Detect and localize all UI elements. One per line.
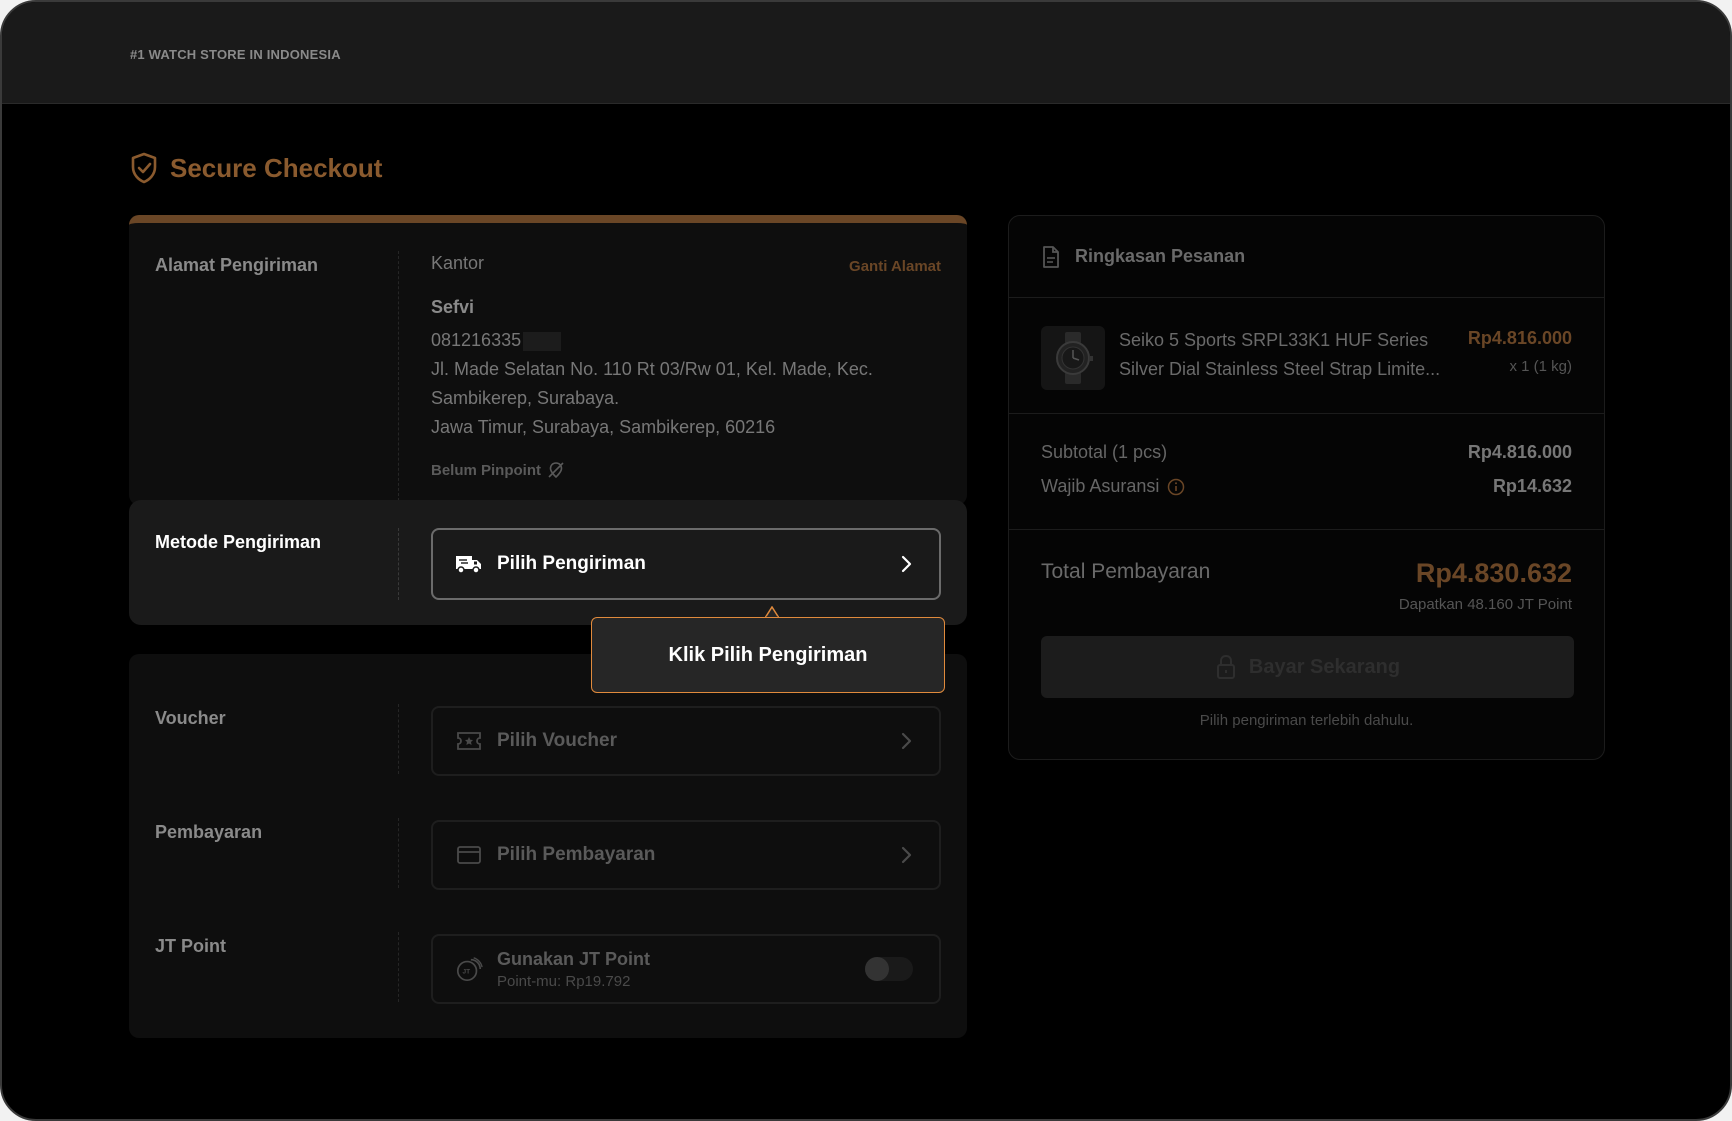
voucher-select-label: Pilih Voucher <box>497 730 618 751</box>
chevron-right-icon <box>901 732 912 750</box>
watch-icon <box>1056 332 1093 384</box>
jtpoint-text: Gunakan JT Point Point-mu: Rp19.792 <box>497 949 865 990</box>
product-name-line-2: Silver Dial Stainless Steel Strap Limite… <box>1119 359 1441 379</box>
page-title-row: Secure Checkout <box>130 152 382 184</box>
ticket-star-icon <box>455 729 483 753</box>
address-line-1: Jl. Made Selatan No. 110 Rt 03/Rw 01, Ke… <box>431 359 873 379</box>
summary-cost-rows: Subtotal (1 pcs) Rp4.816.000 Wajib Asura… <box>1009 414 1604 530</box>
insurance-label-wrap: Wajib Asuransi <box>1041 476 1185 497</box>
subtotal-row: Subtotal (1 pcs) Rp4.816.000 <box>1041 442 1572 463</box>
store-tagline: #1 WATCH STORE IN INDONESIA <box>130 47 341 62</box>
change-address-link[interactable]: Ganti Alamat <box>849 258 941 275</box>
tooltip-text: Klik Pilih Pengiriman <box>668 643 868 666</box>
device-frame: #1 WATCH STORE IN INDONESIA Secure Check… <box>0 0 1732 1121</box>
info-icon[interactable] <box>1167 478 1185 496</box>
pin-off-icon <box>548 462 564 479</box>
address-section-label: Alamat Pengiriman <box>155 255 319 275</box>
order-summary: Ringkasan Pesanan Seiko 5 Sports SRPL33K… <box>1008 215 1605 760</box>
chevron-right-icon <box>901 846 912 864</box>
address-line-2: Sambikerep, Surabaya. <box>431 388 620 408</box>
summary-product-row: Seiko 5 Sports SRPL33K1 HUF Series Silve… <box>1009 298 1604 414</box>
summary-title: Ringkasan Pesanan <box>1075 246 1246 266</box>
insurance-label: Wajib Asuransi <box>1041 476 1160 496</box>
lock-icon <box>1216 654 1235 679</box>
shipping-divider <box>398 528 399 600</box>
svg-text:JT: JT <box>462 969 470 976</box>
jtpoint-divider <box>398 932 399 1002</box>
voucher-divider <box>398 704 399 774</box>
pay-now-label: Bayar Sekarang <box>1248 655 1401 678</box>
shipping-select[interactable]: Pilih Pengiriman <box>431 528 941 600</box>
total-value: Rp4.830.632 <box>1415 558 1572 588</box>
payment-select-label: Pilih Pembayaran <box>497 844 656 865</box>
shipping-method-section: Metode Pengiriman Pilih Pengiriman <box>129 500 967 625</box>
address-line-3: Jawa Timur, Surabaya, Sambikerep, 60216 <box>431 417 776 437</box>
top-bar: #1 WATCH STORE IN INDONESIA <box>2 2 1730 104</box>
pinpoint-status: Belum Pinpoint <box>431 461 565 479</box>
recipient-phone: 081216335 <box>431 330 522 350</box>
pinpoint-label: Belum Pinpoint <box>431 461 541 479</box>
payment-section-label: Pembayaran <box>155 822 263 842</box>
jtpoint-section-label: JT Point <box>155 936 226 956</box>
jtpoint-toggle[interactable] <box>865 957 913 981</box>
document-icon <box>1043 245 1059 268</box>
shield-check-icon <box>131 152 157 184</box>
jtpoint-title: Gunakan JT Point <box>497 948 651 969</box>
recipient-name: Sefvi <box>431 297 475 317</box>
recipient-phone-row: 081216335 <box>431 326 562 355</box>
address-divider <box>398 251 399 501</box>
coins-icon: JT <box>455 957 483 982</box>
insurance-row: Wajib Asuransi Rp14.632 <box>1041 476 1572 497</box>
chevron-right-icon <box>901 555 912 573</box>
phone-mask <box>523 331 562 351</box>
product-name: Seiko 5 Sports SRPL33K1 HUF Series Silve… <box>1119 326 1449 384</box>
payment-select[interactable]: Pilih Pembayaran <box>431 820 941 890</box>
shipping-section-label: Metode Pengiriman <box>155 532 322 552</box>
summary-header: Ringkasan Pesanan <box>1009 216 1604 298</box>
total-label: Total Pembayaran <box>1041 560 1211 583</box>
jtpoint-balance: Point-mu: Rp19.792 <box>497 972 631 990</box>
payment-divider <box>398 818 399 888</box>
product-thumbnail <box>1041 326 1105 390</box>
points-earned: Dapatkan 48.160 JT Point <box>1398 596 1572 613</box>
product-quantity: x 1 (1 kg) <box>1509 358 1572 375</box>
guide-tooltip: Klik Pilih Pengiriman <box>591 617 945 693</box>
shipping-select-label: Pilih Pengiriman <box>497 553 646 574</box>
options-card: Voucher Pilih Voucher Pembayaran Pilih P… <box>129 654 967 1038</box>
address-type: Kantor <box>431 253 485 273</box>
insurance-value: Rp14.632 <box>1492 476 1572 496</box>
page-title: Secure Checkout <box>170 152 383 183</box>
voucher-select[interactable]: Pilih Voucher <box>431 706 941 776</box>
subtotal-value: Rp4.816.000 <box>1467 442 1572 462</box>
subtotal-label: Subtotal (1 pcs) <box>1041 442 1168 462</box>
toggle-knob <box>865 957 889 981</box>
voucher-section-label: Voucher <box>155 708 226 728</box>
delivery-truck-icon <box>455 552 483 576</box>
product-name-line-1: Seiko 5 Sports SRPL33K1 HUF Series <box>1119 330 1429 350</box>
jtpoint-toggle-box: JT Gunakan JT Point Point-mu: Rp19.792 <box>431 934 941 1004</box>
pay-hint: Pilih pengiriman terlebih dahulu. <box>1199 712 1414 729</box>
pay-now-button[interactable]: Bayar Sekarang <box>1041 636 1574 698</box>
product-price: Rp4.816.000 <box>1467 328 1572 348</box>
card-icon <box>455 843 483 867</box>
address-card: Alamat Pengiriman Kantor Ganti Alamat Se… <box>129 215 967 505</box>
